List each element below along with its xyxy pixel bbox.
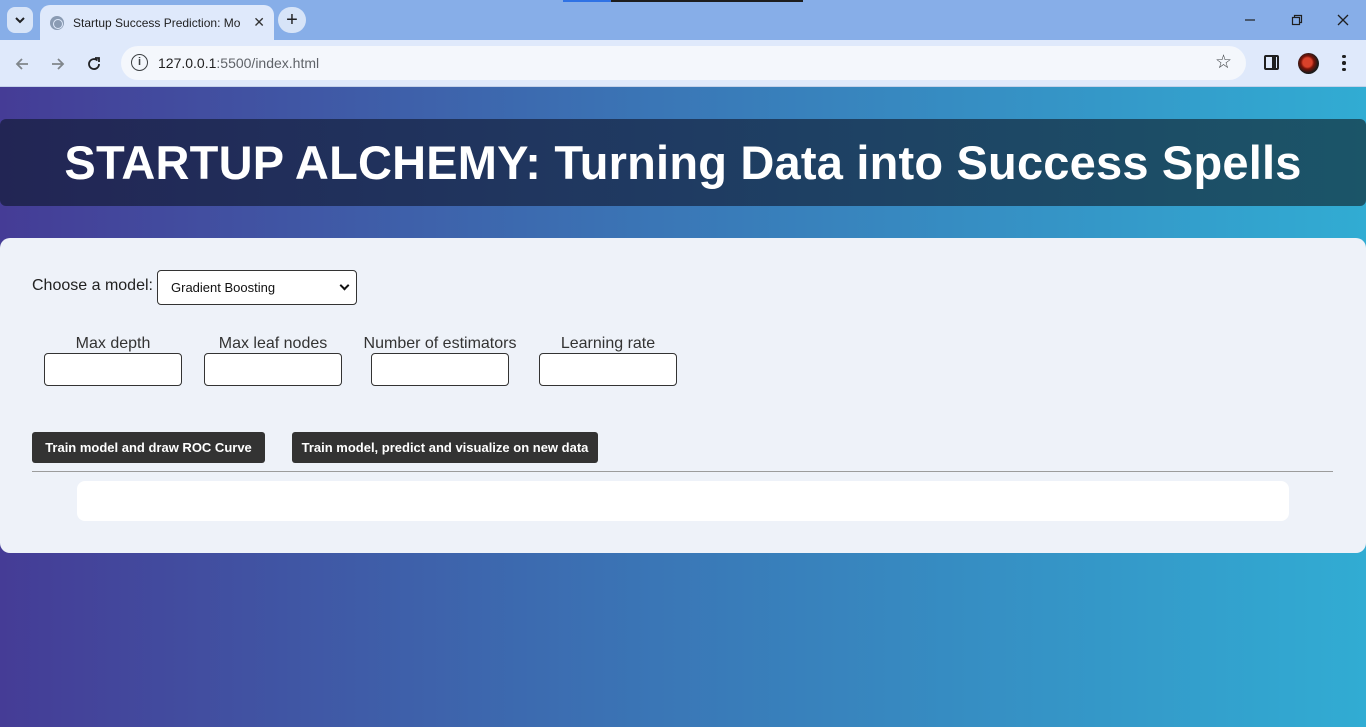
model-panel: Choose a model: Gradient Boosting Max de… (0, 238, 1366, 553)
back-button[interactable] (10, 52, 34, 76)
param-label: Number of estimators (363, 335, 517, 352)
restore-button[interactable] (1285, 8, 1309, 32)
browser-tab[interactable]: Startup Success Prediction: Mo ✕ (40, 5, 274, 40)
address-bar[interactable]: i 127.0.0.1:5500/index.html ☆ (121, 46, 1246, 80)
param-max-leaf-nodes: Max leaf nodes (193, 335, 353, 386)
kebab-menu-icon[interactable] (1334, 53, 1354, 73)
param-max-depth: Max depth (33, 335, 193, 386)
minimize-icon (1245, 19, 1255, 21)
restore-icon (1291, 14, 1303, 26)
chevron-down-icon (339, 280, 350, 291)
close-window-button[interactable] (1331, 8, 1355, 32)
tab-search-button[interactable] (7, 7, 33, 33)
new-tab-button[interactable]: + (278, 7, 306, 33)
forward-button[interactable] (46, 52, 70, 76)
plus-icon: + (286, 9, 298, 31)
url-host: 127.0.0.1 (158, 55, 217, 71)
side-panel-icon[interactable] (1264, 55, 1279, 70)
model-select-label: Choose a model: (32, 277, 153, 294)
close-icon[interactable]: ✕ (253, 14, 265, 30)
max-depth-input[interactable] (44, 353, 182, 386)
tab-title: Startup Success Prediction: Mo (73, 15, 241, 30)
url-path: :5500/index.html (216, 55, 320, 71)
arrow-right-icon (52, 58, 65, 70)
param-label: Learning rate (560, 335, 656, 352)
close-icon (1337, 14, 1349, 26)
page-title: STARTUP ALCHEMY: Turning Data into Succe… (64, 136, 1302, 189)
page-banner: STARTUP ALCHEMY: Turning Data into Succe… (0, 119, 1366, 206)
results-output (77, 481, 1289, 521)
avatar[interactable] (1298, 53, 1319, 74)
param-number-of-estimators: Number of estimators (360, 335, 520, 386)
browser-toolbar: i 127.0.0.1:5500/index.html ☆ (0, 40, 1366, 87)
globe-icon (50, 15, 64, 30)
reload-button[interactable] (82, 52, 106, 76)
param-label: Max leaf nodes (218, 335, 328, 352)
model-select[interactable]: Gradient Boosting (157, 270, 357, 305)
browser-titlebar: Startup Success Prediction: Mo ✕ + (0, 0, 1366, 40)
tab-drag-indicator (563, 0, 803, 2)
page-viewport: STARTUP ALCHEMY: Turning Data into Succe… (0, 87, 1366, 727)
learning-rate-input[interactable] (539, 353, 677, 386)
url-text[interactable]: 127.0.0.1:5500/index.html (158, 55, 319, 71)
param-learning-rate: Learning rate (528, 335, 688, 386)
info-icon[interactable]: i (131, 54, 148, 71)
train-roc-button[interactable]: Train model and draw ROC Curve (32, 432, 265, 463)
model-select-value: Gradient Boosting (171, 280, 276, 295)
chevron-down-icon (15, 17, 25, 24)
number-of-estimators-input[interactable] (371, 353, 509, 386)
reload-icon (88, 57, 100, 70)
param-label: Max depth (75, 335, 151, 352)
train-predict-button[interactable]: Train model, predict and visualize on ne… (292, 432, 598, 463)
minimize-button[interactable] (1238, 8, 1262, 32)
arrow-left-icon (15, 58, 28, 70)
star-icon[interactable]: ☆ (1215, 51, 1232, 74)
max-leaf-nodes-input[interactable] (204, 353, 342, 386)
divider (32, 471, 1333, 472)
